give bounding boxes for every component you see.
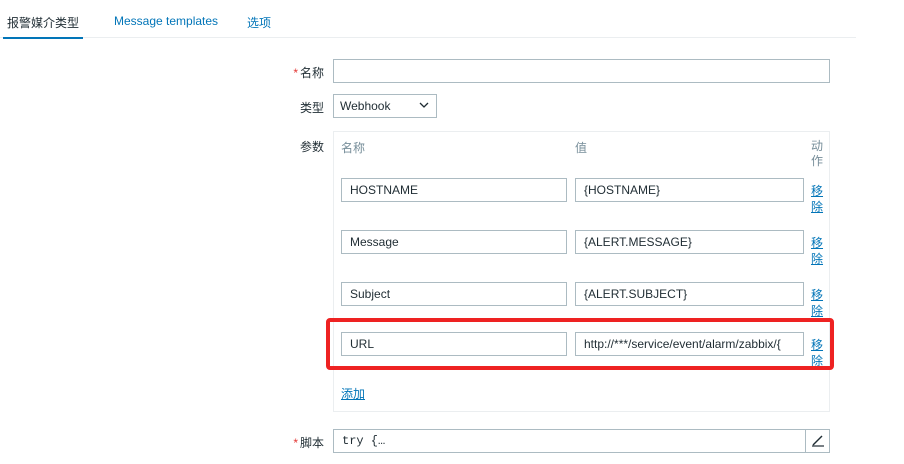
script-field[interactable]: try {… [333, 429, 830, 453]
remove-link[interactable]: 移除 [811, 287, 825, 319]
pencil-icon [811, 433, 825, 450]
param-name-input[interactable] [341, 178, 567, 202]
script-preview: try {… [342, 434, 386, 448]
required-marker: * [293, 436, 298, 450]
param-value-input[interactable] [575, 230, 804, 254]
parameters-label: 参数 [299, 140, 324, 154]
name-input[interactable] [333, 59, 830, 83]
header-action: 动作 [811, 139, 824, 168]
remove-link[interactable]: 移除 [811, 337, 825, 369]
param-name-input[interactable] [341, 282, 567, 306]
edit-script-button[interactable] [805, 430, 829, 452]
name-label: * 名称 [293, 66, 324, 80]
param-name-input[interactable] [341, 332, 567, 356]
tab-options[interactable]: 选项 [247, 14, 271, 31]
type-select[interactable]: Webhook [333, 94, 437, 118]
parameters-table: 名称 值 动作 移除 移除 移除 移除 添加 [333, 131, 830, 412]
header-name: 名称 [341, 141, 366, 155]
remove-link[interactable]: 移除 [811, 235, 825, 267]
header-value: 值 [575, 141, 588, 155]
tab-media-type[interactable]: 报警媒介类型 [2, 14, 84, 39]
script-label: * 脚本 [293, 436, 324, 450]
param-value-input[interactable] [575, 178, 804, 202]
type-label: 类型 [299, 101, 324, 115]
remove-link[interactable]: 移除 [811, 183, 825, 215]
param-value-input[interactable] [575, 282, 804, 306]
tab-message-templates[interactable]: Message templates [114, 14, 218, 28]
type-select-value: Webhook [340, 99, 391, 113]
tab-bar: 报警媒介类型 Message templates 选项 [0, 0, 856, 39]
required-marker: * [293, 66, 298, 80]
param-value-input[interactable] [575, 332, 804, 356]
param-name-input[interactable] [341, 230, 567, 254]
chevron-down-icon [419, 98, 429, 120]
add-parameter-link[interactable]: 添加 [341, 385, 365, 402]
